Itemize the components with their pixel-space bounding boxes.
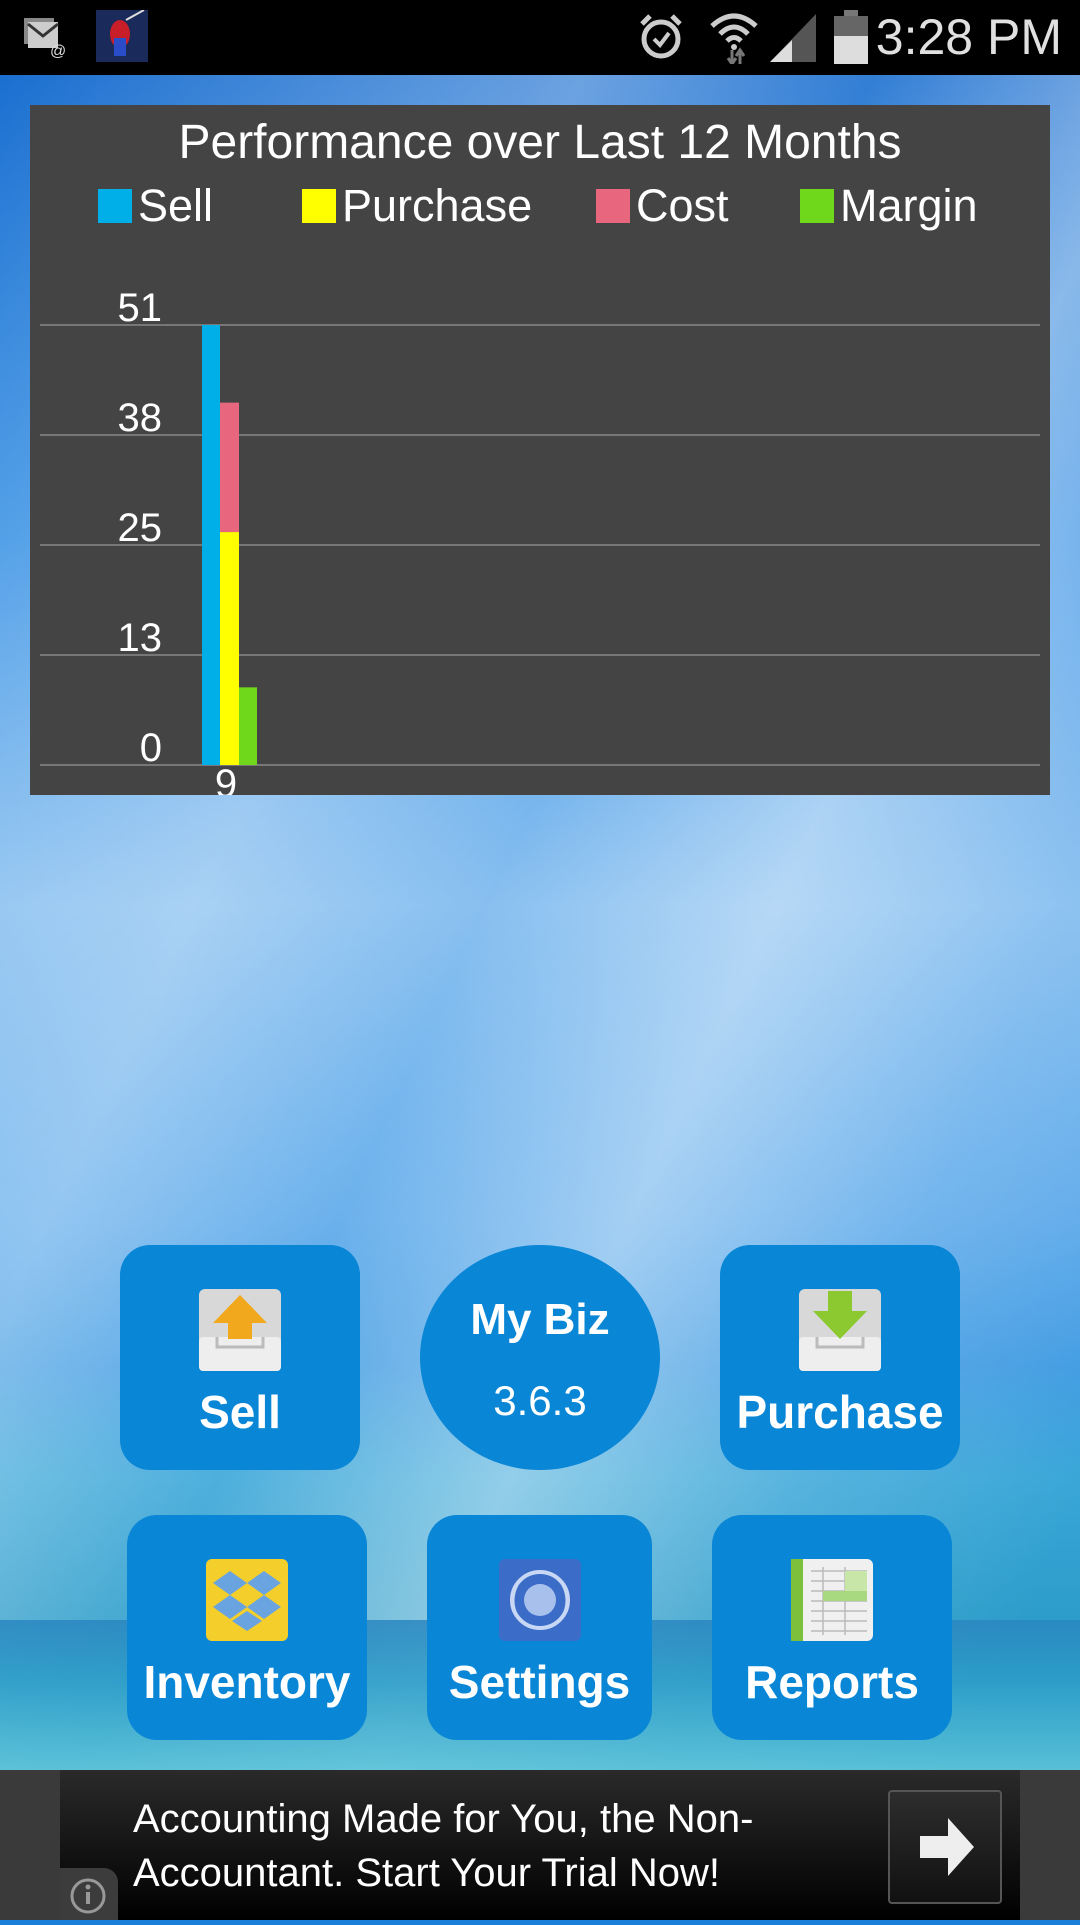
svg-text:@: @ bbox=[50, 43, 66, 58]
y-tick-label: 51 bbox=[118, 286, 163, 330]
inventory-button[interactable]: Inventory bbox=[127, 1515, 367, 1740]
sell-label: Sell bbox=[199, 1386, 281, 1438]
y-tick-label: 13 bbox=[118, 616, 163, 660]
wifi-icon bbox=[708, 8, 760, 69]
spreadsheet-icon bbox=[789, 1557, 875, 1643]
purchase-button[interactable]: Purchase bbox=[720, 1245, 960, 1470]
info-icon bbox=[70, 1878, 106, 1914]
chart-plot-area: 0 13 25 38 51 9 bbox=[40, 286, 1040, 795]
bar-purchase bbox=[220, 532, 239, 765]
app-info-badge[interactable]: My Biz 3.6.3 bbox=[420, 1245, 660, 1470]
sell-button[interactable]: Sell bbox=[120, 1245, 360, 1470]
globe-emblem-icon bbox=[497, 1557, 583, 1643]
settings-label: Settings bbox=[448, 1656, 631, 1708]
spiderman-app-icon bbox=[96, 9, 148, 67]
battery-icon bbox=[832, 10, 870, 69]
reports-button[interactable]: Reports bbox=[712, 1515, 952, 1740]
alarm-icon bbox=[636, 12, 686, 67]
status-bar: @ 3:28 PM bbox=[0, 0, 1080, 75]
bar-cost bbox=[220, 402, 239, 533]
inventory-label: Inventory bbox=[143, 1656, 351, 1708]
y-tick-label: 38 bbox=[118, 396, 163, 440]
purchase-label: Purchase bbox=[736, 1386, 944, 1438]
ad-banner[interactable]: Accounting Made for You, the Non-Account… bbox=[0, 1770, 1080, 1920]
bar-margin bbox=[239, 687, 257, 765]
bar-sell bbox=[202, 325, 220, 765]
app-name: My Biz bbox=[470, 1295, 610, 1344]
signal-icon bbox=[770, 14, 816, 67]
settings-button[interactable]: Settings bbox=[427, 1515, 652, 1740]
inbox-download-icon bbox=[797, 1287, 883, 1373]
reports-label: Reports bbox=[745, 1656, 919, 1708]
app-version: 3.6.3 bbox=[493, 1377, 587, 1424]
outbox-upload-icon bbox=[197, 1287, 283, 1373]
ad-go-button[interactable] bbox=[888, 1790, 1002, 1904]
performance-chart: Performance over Last 12 Months Sell Pur… bbox=[30, 105, 1050, 795]
x-tick-label: 9 bbox=[215, 762, 237, 795]
email-notification-icon: @ bbox=[22, 14, 68, 63]
clock-time: 3:28 PM bbox=[875, 9, 1062, 65]
arrow-right-icon bbox=[920, 1818, 974, 1876]
dropbox-icon bbox=[204, 1557, 290, 1643]
ad-info-button[interactable] bbox=[60, 1868, 118, 1920]
ad-text: Accounting Made for You, the Non-Account… bbox=[133, 1797, 754, 1895]
ad-content[interactable]: Accounting Made for You, the Non-Account… bbox=[60, 1770, 1020, 1920]
y-tick-label: 25 bbox=[118, 506, 163, 550]
y-tick-label: 0 bbox=[140, 726, 162, 770]
